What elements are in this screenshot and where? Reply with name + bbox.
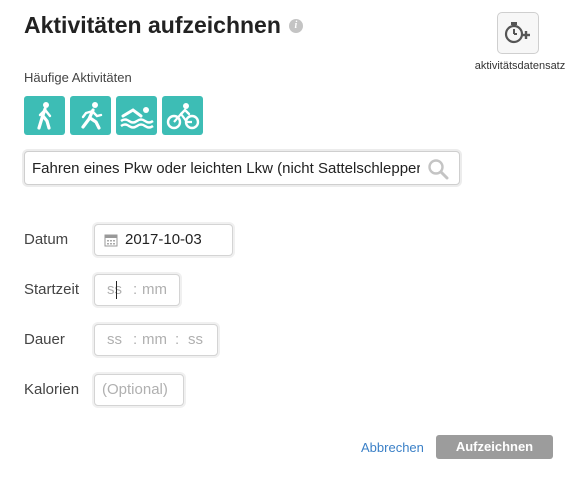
start-time-label: Startzeit <box>24 281 80 298</box>
duration-label: Dauer <box>24 331 65 348</box>
calories-field[interactable]: (Optional) <box>94 374 184 406</box>
duration-minutes-input[interactable]: mm <box>142 331 167 348</box>
frequent-activities-label: Häufige Aktivitäten <box>24 70 132 85</box>
text-cursor <box>116 281 117 299</box>
duration-colon-2: : <box>175 331 180 348</box>
activity-running-button[interactable] <box>70 96 111 135</box>
calendar-icon <box>104 234 118 247</box>
start-minutes-input[interactable]: mm <box>142 281 167 298</box>
start-hours-input[interactable]: ss <box>107 281 122 298</box>
info-icon[interactable]: i <box>288 18 303 33</box>
date-value: 2017-10-03 <box>125 231 202 248</box>
activity-search-field[interactable]: Fahren eines Pkw oder leichten Lkw (nich… <box>24 151 460 185</box>
stopwatch-plus-icon <box>504 22 530 44</box>
calories-label: Kalorien <box>24 381 80 398</box>
duration-colon-1: : <box>133 331 138 348</box>
running-icon <box>80 101 102 130</box>
date-field[interactable]: 2017-10-03 <box>94 224 233 256</box>
cycling-icon <box>166 102 199 129</box>
duration-hours-input[interactable]: ss <box>107 331 122 348</box>
cancel-link[interactable]: Abbrechen <box>361 440 424 455</box>
activity-dataset-label: aktivitätsdatensatz <box>474 60 566 72</box>
date-label: Datum <box>24 231 69 248</box>
walking-icon <box>36 101 51 130</box>
record-button[interactable]: Aufzeichnen <box>436 435 553 459</box>
activity-search-value[interactable]: Fahren eines Pkw oder leichten Lkw (nich… <box>32 160 420 177</box>
activity-swimming-button[interactable] <box>116 96 157 135</box>
start-time-field[interactable]: ss : mm <box>94 274 180 306</box>
activity-cycling-button[interactable] <box>162 96 203 135</box>
frequent-activities-row <box>24 96 203 135</box>
start-colon: : <box>133 281 138 298</box>
activity-dataset-button[interactable] <box>497 12 539 54</box>
duration-seconds-input[interactable]: ss <box>188 331 203 348</box>
page-title: Aktivitäten aufzeichnen i <box>24 12 303 39</box>
search-icon[interactable] <box>427 158 449 180</box>
calories-placeholder[interactable]: (Optional) <box>102 381 168 398</box>
activity-walking-button[interactable] <box>24 96 65 135</box>
page-title-text: Aktivitäten aufzeichnen <box>24 12 281 38</box>
duration-field[interactable]: ss : mm : ss <box>94 324 218 356</box>
swimming-icon <box>119 106 154 129</box>
